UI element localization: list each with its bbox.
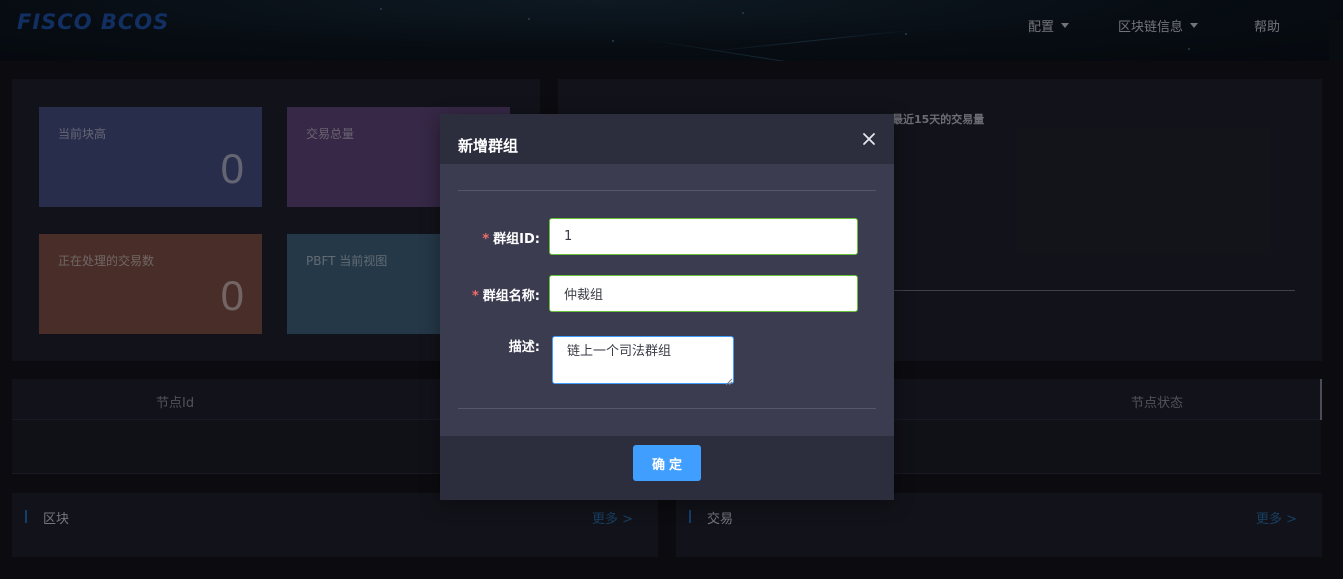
- dialog-title: 新增群组: [458, 137, 519, 155]
- resize-handle-icon[interactable]: [725, 375, 733, 386]
- dialog-divider: [458, 190, 876, 191]
- confirm-button[interactable]: 确定: [633, 445, 701, 481]
- group-id-input[interactable]: [549, 218, 858, 255]
- description-textarea[interactable]: 链上一个司法群组: [552, 336, 734, 384]
- group-name-label: * 群组名称:: [440, 285, 540, 304]
- group-id-label-text: 群组ID:: [493, 232, 540, 247]
- group-name-input[interactable]: [549, 275, 858, 312]
- required-mark: *: [482, 232, 490, 247]
- group-id-label: * 群组ID:: [440, 228, 540, 247]
- add-group-dialog: 新增群组 *群组ID: *群组名称: 描述: 链上一个司法群组 确定: [440, 114, 894, 500]
- dialog-header: 新增群组: [440, 114, 894, 164]
- group-name-label-text: 群组名称:: [482, 289, 540, 304]
- close-icon[interactable]: [859, 129, 879, 149]
- dialog-footer: 确定: [440, 436, 894, 500]
- description-label: 描述:: [508, 340, 540, 355]
- required-mark: *: [471, 289, 479, 304]
- dialog-divider: [458, 408, 876, 409]
